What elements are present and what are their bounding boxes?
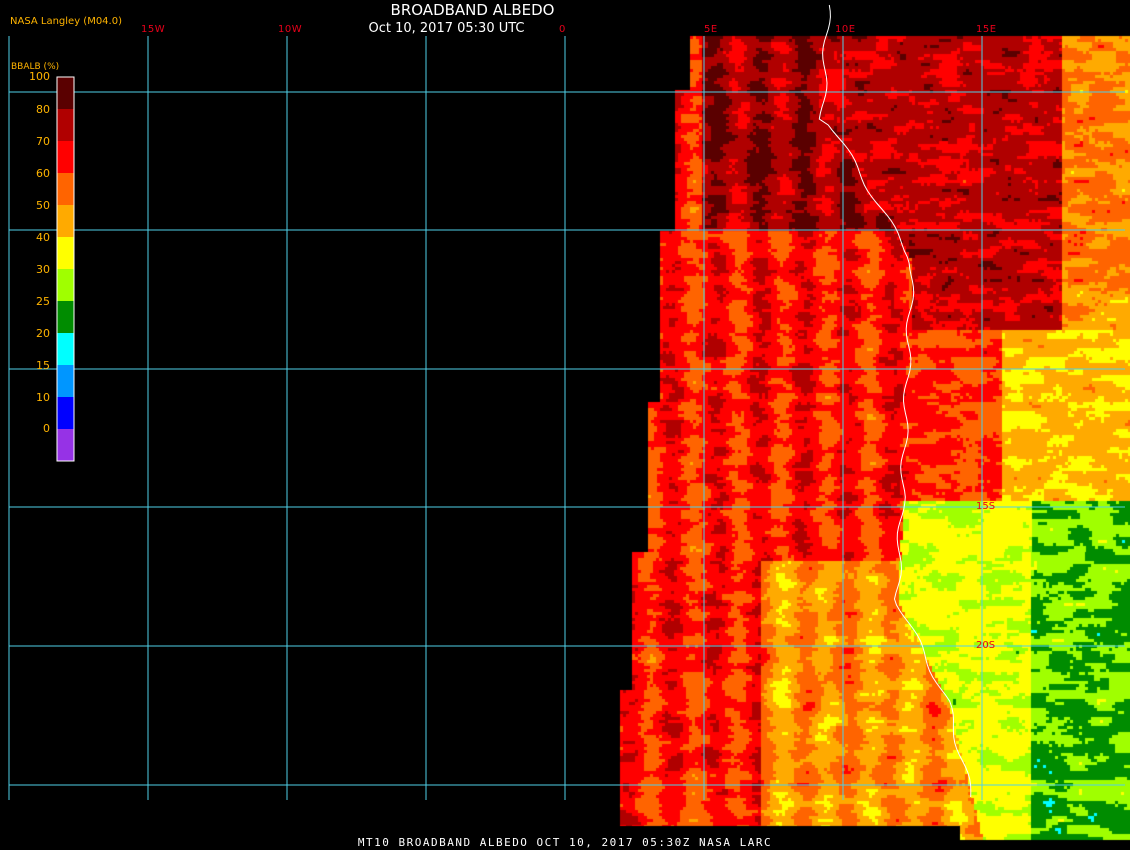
map-viewer: NASA Langley (M04.0) BROADBAND ALBEDO Oc… — [0, 0, 1130, 850]
colorbar-swatch — [57, 365, 74, 397]
colorbar-swatch — [57, 237, 74, 269]
colorbar-swatch — [57, 269, 74, 301]
colorbar-swatch — [57, 333, 74, 365]
lat-label-15s: 15S — [976, 501, 996, 512]
lon-label-0: 0 — [559, 24, 566, 35]
legend-tick: 40 — [36, 231, 50, 244]
colorbar-swatch — [57, 141, 74, 173]
colorbar-swatch — [57, 173, 74, 205]
legend-tick: 25 — [36, 295, 50, 308]
page-title: BROADBAND ALBEDO — [390, 1, 555, 19]
legend-tick: 70 — [36, 135, 50, 148]
lon-label-15e: 15E — [976, 24, 997, 35]
colorbar-swatch — [57, 109, 74, 141]
lat-label-20s: 20S — [976, 640, 996, 651]
colorbar — [56, 76, 75, 462]
coastline — [818, 4, 972, 798]
legend-tick: 80 — [36, 103, 50, 116]
colorbar-swatch — [57, 205, 74, 237]
coastline-path — [818, 4, 972, 798]
legend-tick: 100 — [29, 70, 50, 83]
lat-lon-grid — [8, 36, 1125, 800]
lon-label-10e: 10E — [835, 24, 856, 35]
colorbar-swatch — [57, 77, 74, 109]
legend-tick: 30 — [36, 263, 50, 276]
colorbar-swatch — [57, 429, 74, 461]
lon-label-15w: 15W — [141, 24, 166, 35]
legend-tick: 15 — [36, 359, 50, 372]
footer-caption: MT10 BROADBAND ALBEDO OCT 10, 2017 05:30… — [357, 836, 773, 849]
legend-tick: 0 — [43, 422, 50, 435]
lon-label-10w: 10W — [278, 24, 303, 35]
colorbar-swatch — [57, 397, 74, 429]
colorbar-swatch — [57, 301, 74, 333]
legend-tick: 50 — [36, 199, 50, 212]
lon-label-5e: 5E — [704, 24, 718, 35]
legend-tick: 20 — [36, 327, 50, 340]
map-overlay — [8, 4, 1125, 800]
timestamp-label: Oct 10, 2017 05:30 UTC — [368, 21, 525, 36]
legend-tick: 10 — [36, 391, 50, 404]
legend-tick: 60 — [36, 167, 50, 180]
